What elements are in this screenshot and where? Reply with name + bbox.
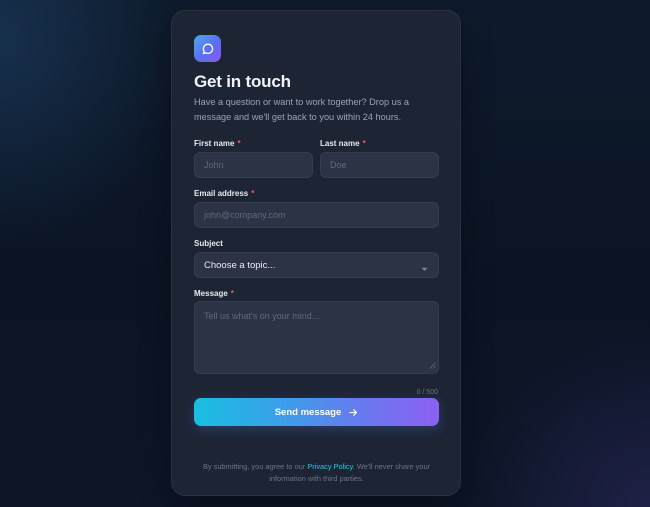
page-title: Get in touch	[194, 72, 291, 91]
required-marker: *	[230, 289, 234, 298]
first-name-placeholder: John	[204, 160, 224, 170]
contact-card: Get in touch Have a question or want to …	[171, 10, 461, 496]
email-label-text: Email address	[194, 189, 249, 198]
page-subtitle: Have a question or want to work together…	[194, 97, 410, 122]
send-message-button[interactable]: Send message	[194, 398, 439, 426]
subject-selected-value: Choose a topic...	[204, 259, 276, 271]
subject-select[interactable]: Choose a topic...	[194, 252, 439, 278]
chat-bubble-icon	[201, 42, 215, 56]
message-label: Message *	[194, 289, 234, 298]
last-name-label-text: Last name	[320, 139, 360, 148]
message-textarea[interactable]: Tell us what's on your mind...	[194, 301, 439, 374]
required-marker: *	[362, 139, 366, 148]
email-field[interactable]: john@company.com	[194, 202, 439, 228]
privacy-text-before: By submitting, you agree to our	[202, 462, 308, 471]
chevron-down-icon	[421, 264, 428, 274]
logo-badge	[194, 35, 221, 62]
last-name-placeholder: Doe	[330, 160, 347, 170]
email-label: Email address *	[194, 189, 254, 198]
subject-label-text: Subject	[194, 239, 223, 248]
resize-handle-icon[interactable]	[429, 361, 436, 371]
message-placeholder: Tell us what's on your mind...	[204, 311, 320, 321]
subject-label: Subject	[194, 239, 223, 248]
privacy-notice: By submitting, you agree to our Privacy …	[194, 461, 439, 484]
first-name-input[interactable]: John	[194, 152, 313, 178]
character-counter: 0 / 500	[416, 389, 438, 396]
message-label-text: Message	[194, 289, 228, 298]
last-name-label: Last name *	[320, 139, 366, 148]
email-placeholder: john@company.com	[204, 210, 286, 220]
send-message-label: Send message	[274, 406, 342, 418]
privacy-policy-link[interactable]: Privacy Policy	[307, 462, 352, 471]
required-marker: *	[237, 139, 241, 148]
required-marker: *	[251, 189, 255, 198]
first-name-label-text: First name	[194, 139, 235, 148]
first-name-label: First name *	[194, 139, 241, 148]
arrow-right-icon	[349, 408, 358, 417]
last-name-input[interactable]: Doe	[320, 152, 439, 178]
